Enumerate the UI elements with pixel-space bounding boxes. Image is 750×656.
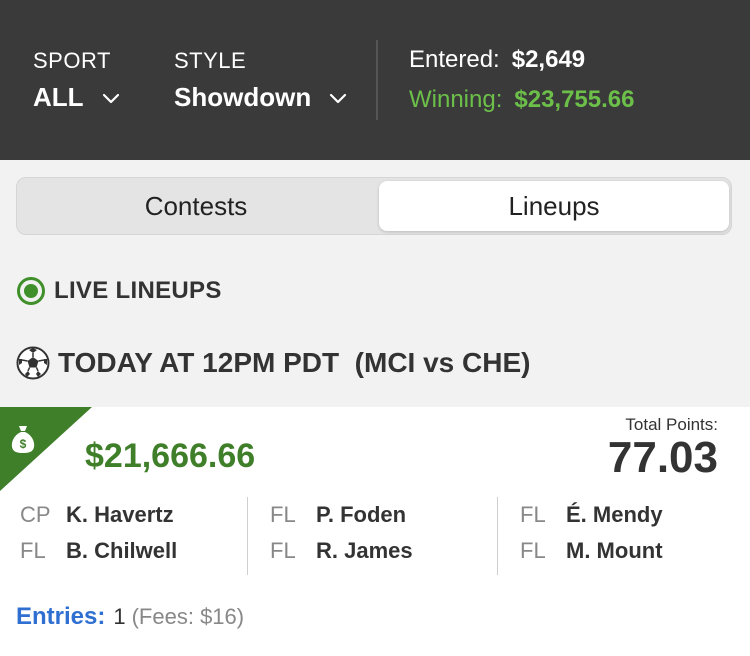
player-grid: CP K. Havertz FL B. Chilwell FL P. Foden… [0, 497, 750, 577]
header-stats: Entered: $2,649 Winning: $23,755.66 [409, 46, 635, 126]
money-bag-icon: $ [11, 426, 35, 453]
total-points-value: 77.03 [607, 433, 718, 482]
player-row: FL P. Foden [270, 497, 500, 533]
lineup-card[interactable]: $ $21,666.66 Total Points: 77.03 CP K. H… [0, 407, 750, 656]
entries-link[interactable]: Entries: [16, 603, 105, 631]
style-value: Showdown [174, 82, 312, 112]
player-row: CP K. Havertz [20, 497, 250, 533]
segmented-control: Contests Lineups [16, 177, 732, 235]
header-divider [376, 40, 378, 120]
player-name: P. Foden [316, 502, 407, 527]
style-filter[interactable]: STYLE Showdown [174, 48, 347, 113]
column-divider [497, 497, 498, 575]
sport-filter[interactable]: SPORT ALL [33, 48, 120, 113]
player-column: FL P. Foden FL R. James [270, 497, 500, 569]
player-name: É. Mendy [566, 502, 663, 527]
player-position: FL [520, 502, 546, 527]
live-lineups-label: LIVE LINEUPS [54, 277, 222, 304]
winning-label: Winning: [409, 86, 503, 113]
entered-value: $2,649 [511, 46, 586, 73]
player-row: FL R. James [270, 533, 500, 569]
winning-row: Winning: $23,755.66 [409, 86, 635, 126]
entries-fees: (Fees: $16) [131, 604, 245, 629]
lineup-winnings: $21,666.66 [85, 437, 256, 475]
player-position: FL [20, 538, 46, 563]
total-points-label: Total Points: [625, 415, 718, 434]
player-name: K. Havertz [66, 502, 174, 527]
sport-value: ALL [33, 82, 84, 112]
player-column: FL É. Mendy FL M. Mount [520, 497, 750, 569]
winning-value: $23,755.66 [514, 86, 635, 113]
entries-count: 1 [113, 604, 126, 629]
entered-label: Entered: [409, 46, 500, 73]
player-column: CP K. Havertz FL B. Chilwell [20, 497, 250, 569]
game-label: TODAY AT 12PM PDT (MCI vs CHE) [58, 347, 531, 378]
live-lineups-header: LIVE LINEUPS [16, 276, 222, 306]
player-name: B. Chilwell [66, 538, 178, 563]
player-position: CP [20, 502, 51, 527]
game-header: TODAY AT 12PM PDT (MCI vs CHE) [16, 346, 530, 380]
entries-row: Entries: 1 (Fees: $16) [16, 603, 244, 631]
chevron-down-icon [102, 93, 119, 103]
player-position: FL [270, 502, 296, 527]
soccer-ball-icon [16, 346, 50, 380]
player-row: FL É. Mendy [520, 497, 750, 533]
player-row: FL M. Mount [520, 533, 750, 569]
header-bar: SPORT ALL STYLE Showdown Entered: $2,649… [0, 0, 750, 160]
tab-contests[interactable]: Contests [21, 181, 371, 231]
style-label: STYLE [174, 48, 247, 73]
player-position: FL [520, 538, 546, 563]
player-row: FL B. Chilwell [20, 533, 250, 569]
player-name: R. James [316, 538, 413, 563]
live-radio-icon [17, 277, 45, 305]
player-position: FL [270, 538, 296, 563]
player-name: M. Mount [566, 538, 663, 563]
entered-row: Entered: $2,649 [409, 46, 635, 86]
sport-label: SPORT [33, 48, 111, 73]
svg-text:$: $ [20, 437, 27, 451]
column-divider [247, 497, 248, 575]
tab-lineups[interactable]: Lineups [379, 181, 729, 231]
chevron-down-icon [330, 93, 347, 103]
